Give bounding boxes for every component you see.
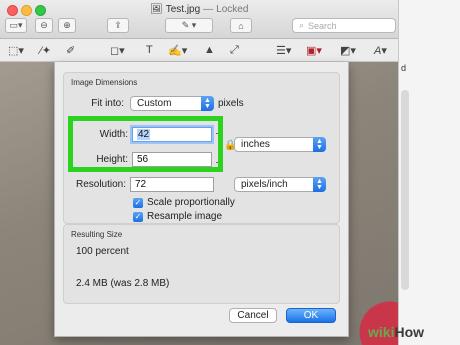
fill-color-icon: ◩▾ bbox=[340, 44, 356, 57]
zoom-out-button[interactable]: ⊖ bbox=[35, 18, 53, 33]
shapes-tool[interactable]: ◻▾ bbox=[110, 43, 125, 57]
shape-style-tool[interactable]: ☰▾ bbox=[276, 43, 291, 57]
side-scrollbar[interactable] bbox=[401, 90, 409, 290]
popup-arrows-icon: ▲ ▼ bbox=[313, 137, 326, 152]
search-placeholder: Search bbox=[308, 20, 337, 31]
share-button[interactable]: ⇪ bbox=[107, 18, 129, 33]
close-window-button[interactable] bbox=[7, 5, 18, 16]
zoom-in-button[interactable]: ⊕ bbox=[58, 18, 76, 33]
popup-arrows-icon: ▲ ▼ bbox=[201, 96, 214, 111]
signature-icon: ✍▾ bbox=[168, 44, 188, 57]
resulting-percent: 100 percent bbox=[76, 246, 129, 257]
fit-into-label: Fit into: bbox=[91, 98, 124, 109]
sketch-icon: ✐ bbox=[66, 44, 76, 57]
size-unit-popup[interactable]: inches ▲ ▼ bbox=[234, 137, 326, 152]
markup-toolbar: ⬚▾ ⁄✦ ✐ ◻▾ T ✍▾ ▲ ⤢ ☰▾ ▣▾ ◩▾ A▾ bbox=[0, 39, 400, 62]
zoom-window-button[interactable] bbox=[35, 5, 46, 16]
locked-status: Locked bbox=[216, 4, 249, 15]
ok-button[interactable]: OK bbox=[286, 308, 336, 323]
image-file-icon: 🖼 bbox=[150, 4, 163, 15]
text-tool[interactable]: T bbox=[146, 43, 153, 57]
pen-icon: ✎ ▾ bbox=[181, 20, 197, 30]
rect-selection-icon: ⬚▾ bbox=[8, 44, 24, 57]
watermark-how: How bbox=[394, 324, 425, 340]
share-icon: ⇪ bbox=[114, 20, 122, 30]
border-color-tool[interactable]: ▣▾ bbox=[306, 43, 322, 57]
sign-tool[interactable]: ✍▾ bbox=[168, 43, 187, 57]
adjust-color-tool[interactable]: ▲ bbox=[204, 43, 215, 57]
window-title: 🖼 Test.jpg — Locked bbox=[150, 4, 248, 15]
text-style-tool[interactable]: A▾ bbox=[374, 43, 387, 57]
scale-proportionally-checkbox[interactable]: ✓ Scale proportionally bbox=[133, 197, 235, 208]
watermark-wiki: wiki bbox=[368, 324, 395, 340]
minimize-window-button[interactable] bbox=[21, 5, 32, 16]
checkmark-icon: ✓ bbox=[133, 211, 143, 222]
resulting-file-size: 2.4 MB (was 2.8 MB) bbox=[76, 278, 170, 289]
side-window-text: d bbox=[401, 63, 407, 73]
title-bar: 🖼 Test.jpg — Locked ▭▾ ⊖ ⊕ ⇪ ✎ ▾ ⌂ ⌕ Sea… bbox=[0, 0, 400, 39]
adjust-size-icon: ⤢ bbox=[230, 43, 239, 56]
fill-color-tool[interactable]: ◩▾ bbox=[340, 43, 356, 57]
border-color-icon: ▣▾ bbox=[306, 44, 322, 57]
search-icon: ⌕ bbox=[299, 20, 305, 30]
resolution-value: 72 bbox=[135, 179, 147, 190]
resolution-unit-popup[interactable]: pixels/inch ▲ ▼ bbox=[234, 177, 326, 192]
sidebar-toggle-button[interactable]: ▭▾ bbox=[5, 18, 27, 33]
sketch-tool[interactable]: ✐ bbox=[66, 43, 75, 57]
toolbox-button[interactable]: ⌂ bbox=[230, 18, 252, 33]
selection-tool[interactable]: ⬚▾ bbox=[8, 43, 24, 57]
fit-into-popup[interactable]: Custom ▲ ▼ bbox=[130, 96, 214, 111]
checkmark-icon: ✓ bbox=[133, 197, 143, 208]
sidebar-icon: ▭▾ bbox=[9, 20, 23, 30]
resulting-size-title: Resulting Size bbox=[71, 230, 123, 239]
magic-wand-icon: ⁄✦ bbox=[40, 44, 52, 57]
window-title-text: Test.jpg bbox=[165, 4, 201, 15]
resulting-size-group: Resulting Size 100 percent 2.4 MB (was 2… bbox=[63, 224, 340, 304]
adjust-size-tool[interactable]: ⤢ bbox=[230, 43, 239, 57]
line-style-icon: ☰▾ bbox=[276, 44, 292, 57]
size-unit-value: inches bbox=[241, 139, 270, 150]
resolution-label: Resolution: bbox=[75, 179, 126, 190]
resolution-unit-value: pixels/inch bbox=[241, 179, 288, 190]
fit-into-value: Custom bbox=[137, 98, 172, 109]
cancel-button[interactable]: Cancel bbox=[229, 308, 277, 323]
image-dimensions-title: Image Dimensions bbox=[71, 78, 138, 87]
width-height-highlight bbox=[68, 116, 223, 172]
adjust-size-dialog: Image Dimensions Fit into: Custom ▲ ▼ pix… bbox=[54, 62, 349, 337]
instant-alpha-tool[interactable]: ⁄✦ bbox=[40, 43, 51, 57]
zoom-in-icon: ⊕ bbox=[63, 20, 71, 30]
resample-image-checkbox[interactable]: ✓ Resample image bbox=[133, 211, 222, 222]
resample-image-label: Resample image bbox=[147, 211, 223, 222]
side-window: d bbox=[398, 0, 460, 345]
title-separator: — bbox=[203, 4, 214, 15]
fit-into-unit: pixels bbox=[218, 98, 244, 109]
popup-arrows-icon: ▲ ▼ bbox=[313, 177, 326, 192]
wikihow-watermark: wiki How bbox=[368, 322, 458, 342]
toolbox-icon: ⌂ bbox=[238, 20, 244, 31]
search-field[interactable]: ⌕ Search bbox=[292, 18, 396, 33]
resolution-field[interactable]: 72 bbox=[130, 177, 214, 192]
text-icon: T bbox=[146, 44, 153, 56]
zoom-out-icon: ⊖ bbox=[40, 20, 48, 30]
shapes-icon: ◻▾ bbox=[110, 44, 125, 57]
adjust-color-icon: ▲ bbox=[204, 44, 215, 56]
markup-pen-button[interactable]: ✎ ▾ bbox=[165, 18, 213, 33]
scale-proportionally-label: Scale proportionally bbox=[147, 197, 235, 208]
text-style-icon: A▾ bbox=[374, 44, 387, 57]
